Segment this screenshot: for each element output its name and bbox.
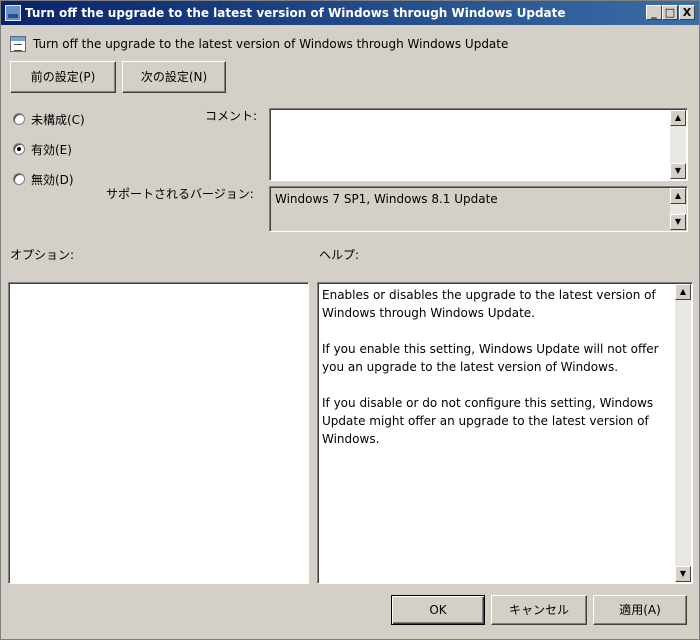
ok-label: OK [429, 603, 447, 617]
radio-enabled[interactable]: 有効(E) [13, 141, 72, 157]
comment-scrollbar[interactable]: ▲ ▼ [670, 110, 686, 179]
ok-button[interactable]: OK [391, 595, 485, 625]
comment-scroll-down-icon[interactable]: ▼ [670, 163, 686, 179]
previous-setting-button[interactable]: 前の設定(P) [10, 61, 116, 93]
radio-enabled-label: 有効(E) [31, 142, 72, 157]
previous-setting-label: 前の設定(P) [30, 70, 96, 84]
radio-disabled[interactable]: 無効(D) [13, 171, 74, 187]
radio-not-configured[interactable]: 未構成(C) [13, 111, 85, 127]
supported-scrollbar[interactable]: ▲ ▼ [670, 188, 686, 230]
help-scrollbar[interactable]: ▲ ▼ [675, 284, 691, 582]
minimize-button[interactable]: _ [646, 5, 662, 20]
help-scroll-down-icon[interactable]: ▼ [675, 566, 691, 582]
options-panel [8, 282, 309, 584]
apply-button[interactable]: 適用(A) [593, 595, 687, 625]
next-setting-label: 次の設定(N) [140, 70, 208, 84]
help-paragraph: If you disable or do not configure this … [322, 396, 654, 446]
cancel-button[interactable]: キャンセル [491, 595, 587, 625]
help-paragraph: Enables or disables the upgrade to the l… [322, 288, 656, 320]
help-paragraph: If you enable this setting, Windows Upda… [322, 342, 659, 374]
maximize-button[interactable]: □ [662, 5, 678, 20]
options-label: オプション: [10, 248, 75, 262]
close-button[interactable]: X [679, 5, 695, 20]
apply-label: 適用(A) [619, 603, 661, 617]
supported-scroll-down-icon[interactable]: ▼ [670, 214, 686, 230]
help-panel: Enables or disables the upgrade to the l… [317, 282, 693, 584]
radio-disabled-label: 無効(D) [31, 172, 74, 187]
supported-on-label: サポートされるバージョン: [106, 187, 254, 201]
help-label: ヘルプ: [319, 248, 360, 262]
help-scroll-up-icon[interactable]: ▲ [675, 284, 691, 300]
radio-enabled-circle[interactable] [13, 143, 25, 155]
next-setting-button[interactable]: 次の設定(N) [122, 61, 226, 93]
comment-textarea[interactable]: ▲ ▼ [269, 108, 688, 181]
policy-editor-window: Turn off the upgrade to the latest versi… [0, 0, 700, 640]
supported-on-value: Windows 7 SP1, Windows 8.1 Update [275, 192, 498, 206]
radio-not-configured-circle[interactable] [13, 113, 25, 125]
supported-scroll-up-icon[interactable]: ▲ [670, 188, 686, 204]
title-bar[interactable]: Turn off the upgrade to the latest versi… [1, 1, 699, 25]
radio-not-configured-label: 未構成(C) [31, 112, 85, 127]
radio-disabled-circle[interactable] [13, 173, 25, 185]
policy-setting-icon [10, 36, 26, 52]
policy-title: Turn off the upgrade to the latest versi… [33, 37, 509, 51]
help-text: Enables or disables the upgrade to the l… [322, 286, 672, 466]
window-title: Turn off the upgrade to the latest versi… [25, 6, 566, 20]
cancel-label: キャンセル [508, 603, 569, 617]
comment-label: コメント: [205, 109, 258, 123]
window-app-icon [5, 5, 21, 21]
supported-on-box: Windows 7 SP1, Windows 8.1 Update ▲ ▼ [269, 186, 688, 232]
comment-scroll-up-icon[interactable]: ▲ [670, 110, 686, 126]
